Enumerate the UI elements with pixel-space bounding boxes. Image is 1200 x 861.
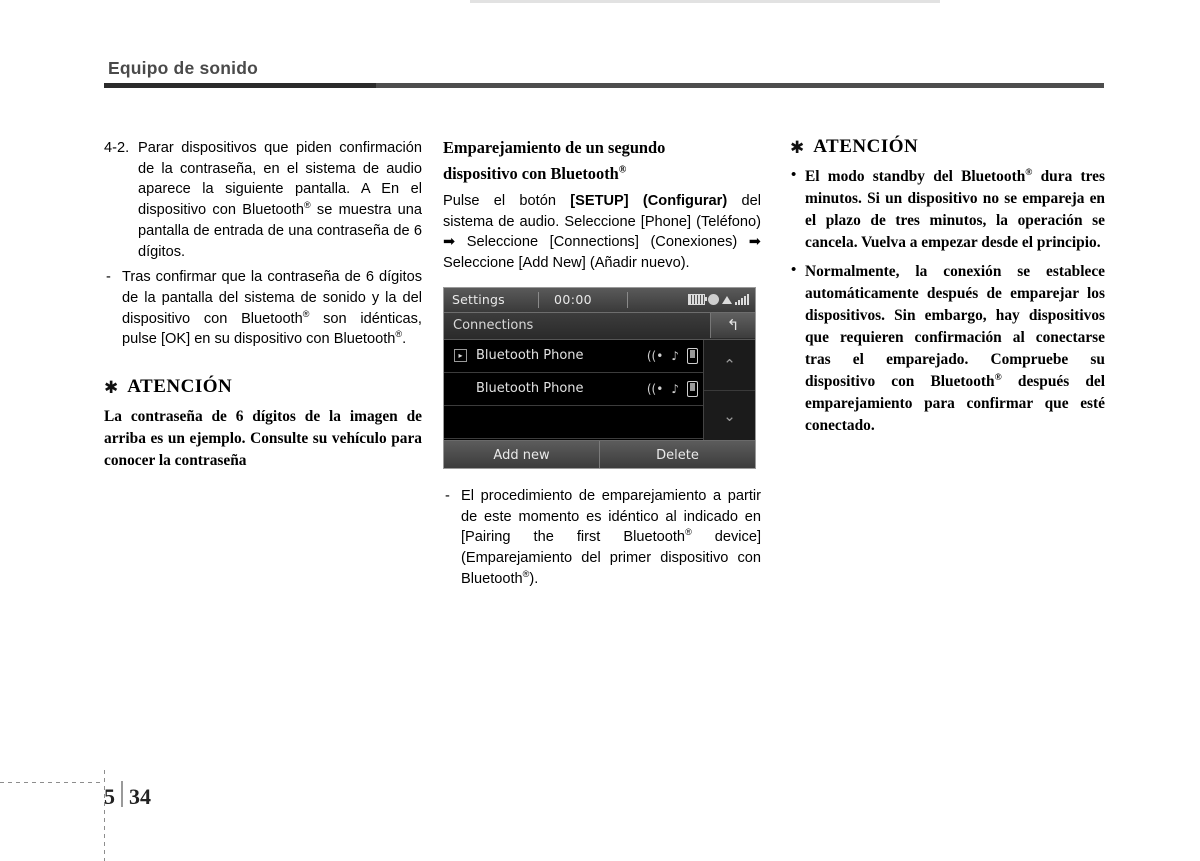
page-number: 34	[129, 784, 151, 809]
device-footer: Add new Delete	[444, 439, 755, 468]
list-item-icons: ((• ♪	[646, 347, 698, 364]
step-text: Parar dispositivos que piden confirmació…	[138, 140, 422, 260]
header-rule-accent	[104, 83, 376, 88]
section-intro-paragraph: Pulse el botón [SETUP] (Configurar) del …	[443, 191, 761, 274]
dash-marker: -	[445, 487, 450, 504]
bt-signal-icon: ((•	[646, 381, 664, 396]
asterisk-icon: ✱	[790, 137, 805, 157]
music-note-icon: ♪	[671, 381, 679, 396]
music-note-icon: ♪	[671, 348, 679, 363]
after-device-note-text: El procedimiento de emparejamiento a par…	[461, 487, 762, 587]
device-clock: 00:00	[554, 292, 593, 308]
caution-body-left: La contraseña de 6 dígitos de la imagen …	[104, 408, 422, 470]
scroll-down-icon[interactable]: ⌄	[704, 391, 755, 441]
footer-separator	[121, 781, 123, 807]
column-right: ✱ ATENCIÓN • El modo standby del Bluetoo…	[790, 136, 1105, 444]
add-new-button[interactable]: Add new	[444, 440, 599, 468]
column-middle: Emparejamiento de un segundo dispositivo…	[443, 138, 761, 589]
device-connection-list: ▸ Bluetooth Phone ((• ♪ Bluetooth Phone …	[444, 340, 706, 440]
bullet-icon: •	[791, 262, 797, 279]
asterisk-icon: ✱	[104, 377, 119, 397]
scroll-up-icon[interactable]: ⌃	[704, 340, 755, 391]
device-screenshot: Settings 00:00 Connections ↰ ▸ Bluetooth…	[443, 286, 756, 469]
page-footer: 5 34	[104, 778, 151, 810]
device-scrollbar[interactable]: ⌃ ⌄	[703, 339, 755, 441]
mute-icon	[708, 294, 719, 306]
signal-icon	[735, 294, 749, 306]
step-4-2: 4-2. Parar dispositivos que piden confir…	[104, 138, 422, 262]
caution-title: ATENCIÓN	[127, 376, 233, 398]
bullet-icon: •	[791, 167, 797, 183]
status-divider-1	[538, 291, 539, 308]
setup-button-label: [SETUP] (Configurar)	[570, 193, 728, 209]
column-left: 4-2. Parar dispositivos que piden confir…	[104, 138, 422, 472]
selected-indicator-icon: ▸	[454, 349, 467, 363]
list-item-icons: ((• ♪	[646, 380, 698, 397]
list-item-empty	[444, 406, 706, 439]
step-dash-1: - Tras confirmar que la contraseña de 6 …	[104, 267, 422, 350]
phone-icon	[687, 380, 698, 397]
section-heading-line1: Emparejamiento de un segundo	[443, 138, 666, 157]
status-divider-2	[627, 291, 628, 308]
dash-text: Tras confirmar que la contraseña de 6 dí…	[122, 269, 422, 348]
caution-bullet: • Normalmente, la conexión se establece …	[790, 261, 1105, 437]
dash-marker: -	[106, 269, 111, 286]
list-item-label: Bluetooth Phone	[476, 381, 584, 397]
caution-bullet-text: El modo standby del Bluetooth® dura tres…	[805, 166, 1105, 252]
device-status-bar: Settings 00:00	[444, 287, 755, 313]
caution-bullet: • El modo standby del Bluetooth® dura tr…	[790, 166, 1105, 254]
page-top-artifact	[470, 0, 940, 3]
list-item-label: Bluetooth Phone	[476, 348, 584, 364]
device-screen-title: Connections	[453, 318, 534, 334]
caution-bullet-text: Normalmente, la conexión se establece au…	[805, 263, 1105, 435]
section-heading-line2: dispositivo con Bluetooth®	[443, 163, 627, 183]
back-icon[interactable]: ↰	[710, 312, 755, 338]
caution-heading-left: ✱ ATENCIÓN	[104, 376, 422, 398]
footer-dotted-rule	[0, 782, 104, 783]
intro-before: Pulse el botón	[443, 193, 571, 209]
device-title-bar: Connections ↰	[444, 312, 755, 340]
list-item[interactable]: ▸ Bluetooth Phone ((• ♪	[444, 340, 706, 373]
step-marker: 4-2.	[104, 140, 130, 156]
caution-body-right: • El modo standby del Bluetooth® dura tr…	[790, 166, 1105, 437]
device-body: ▸ Bluetooth Phone ((• ♪ Bluetooth Phone …	[444, 339, 755, 441]
battery-icon	[688, 294, 707, 306]
delete-button[interactable]: Delete	[599, 440, 755, 468]
list-item[interactable]: Bluetooth Phone ((• ♪	[444, 373, 706, 406]
chapter-number: 5	[104, 784, 115, 809]
page-header-title: Equipo de sonido	[108, 58, 258, 78]
phone-icon	[687, 347, 698, 364]
caution-title: ATENCIÓN	[813, 136, 919, 157]
caution-heading-right: ✱ ATENCIÓN	[790, 136, 1105, 158]
device-status-title: Settings	[452, 292, 505, 308]
arrow-icon	[722, 295, 732, 304]
status-icon-group	[688, 294, 749, 306]
after-device-note: - El procedimiento de emparejamiento a p…	[443, 486, 761, 590]
bt-signal-icon: ((•	[646, 348, 664, 363]
